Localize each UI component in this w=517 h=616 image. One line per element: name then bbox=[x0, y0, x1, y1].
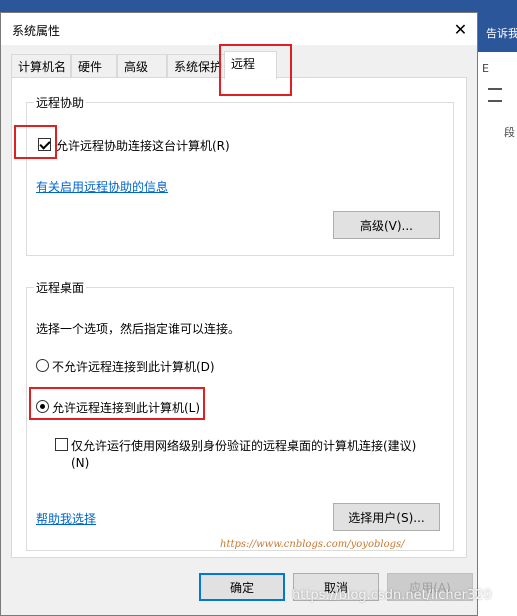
help-me-choose-link[interactable]: 帮助我选择 bbox=[36, 510, 96, 527]
tab-remote[interactable]: 远程 bbox=[224, 51, 277, 79]
nla-only-label-shortcut[interactable]: (N) bbox=[71, 456, 89, 470]
select-users-button[interactable]: 选择用户(S)... bbox=[333, 503, 440, 531]
close-icon: ✕ bbox=[453, 19, 468, 39]
background-app-titlebar bbox=[0, 0, 517, 12]
deny-remote-radio[interactable] bbox=[36, 359, 49, 372]
allow-remote-assistance-checkbox[interactable] bbox=[38, 138, 51, 151]
deny-remote-label[interactable]: 不允许远程连接到此计算机(D) bbox=[52, 358, 215, 375]
system-properties-dialog: 系统属性 ✕ 计算机名 硬件 高级 系统保护 远程 远程协助 允许远程协助连接这… bbox=[0, 12, 478, 616]
tab-system-protection[interactable]: 系统保护 bbox=[167, 54, 225, 78]
dialog-titlebar[interactable]: 系统属性 ✕ bbox=[1, 13, 477, 45]
csdn-watermark: https://blog.csdn.net/licher320 bbox=[292, 588, 492, 603]
remote-desktop-title: 远程桌面 bbox=[34, 279, 87, 296]
background-app-window bbox=[478, 12, 517, 616]
remote-desktop-instruction: 选择一个选项，然后指定谁可以连接。 bbox=[36, 322, 241, 336]
align-icon[interactable] bbox=[488, 88, 502, 102]
advanced-button[interactable]: 高级(V)... bbox=[333, 211, 440, 239]
tab-advanced[interactable]: 高级 bbox=[117, 54, 167, 78]
remote-assistance-title: 远程协助 bbox=[34, 94, 87, 111]
allow-remote-radio[interactable] bbox=[36, 400, 49, 413]
allow-remote-assistance-label[interactable]: 允许远程协助连接这台计算机(R) bbox=[56, 137, 230, 154]
ribbon-group-label: 段 bbox=[504, 126, 515, 139]
cnblogs-watermark: https://www.cnblogs.com/yoyoblogs/ bbox=[220, 539, 405, 550]
dialog-title: 系统属性 bbox=[12, 24, 61, 38]
remote-assistance-group: 远程协助 允许远程协助连接这台计算机(R) 有关启用远程协助的信息 高级(V).… bbox=[26, 94, 454, 256]
tab-computer-name[interactable]: 计算机名 bbox=[11, 54, 71, 78]
allow-remote-label[interactable]: 允许远程连接到此计算机(L) bbox=[52, 399, 200, 416]
remote-desktop-group: 远程桌面 选择一个选项，然后指定谁可以连接。 不允许远程连接到此计算机(D) 允… bbox=[26, 279, 454, 551]
remote-assistance-info-link[interactable]: 有关启用远程协助的信息 bbox=[36, 178, 168, 195]
close-button[interactable]: ✕ bbox=[444, 13, 477, 45]
nla-only-checkbox[interactable] bbox=[55, 438, 68, 451]
tell-me-search[interactable]: 告诉我 bbox=[486, 25, 517, 41]
nla-only-label[interactable]: 仅允许运行使用网络级别身份验证的远程桌面的计算机连接(建议) bbox=[71, 437, 416, 454]
remote-tab-panel: 远程协助 允许远程协助连接这台计算机(R) 有关启用远程协助的信息 高级(V).… bbox=[11, 77, 467, 558]
ribbon-fragment: E bbox=[482, 62, 489, 75]
tab-hardware[interactable]: 硬件 bbox=[71, 54, 117, 78]
ok-button[interactable]: 确定 bbox=[199, 573, 285, 601]
